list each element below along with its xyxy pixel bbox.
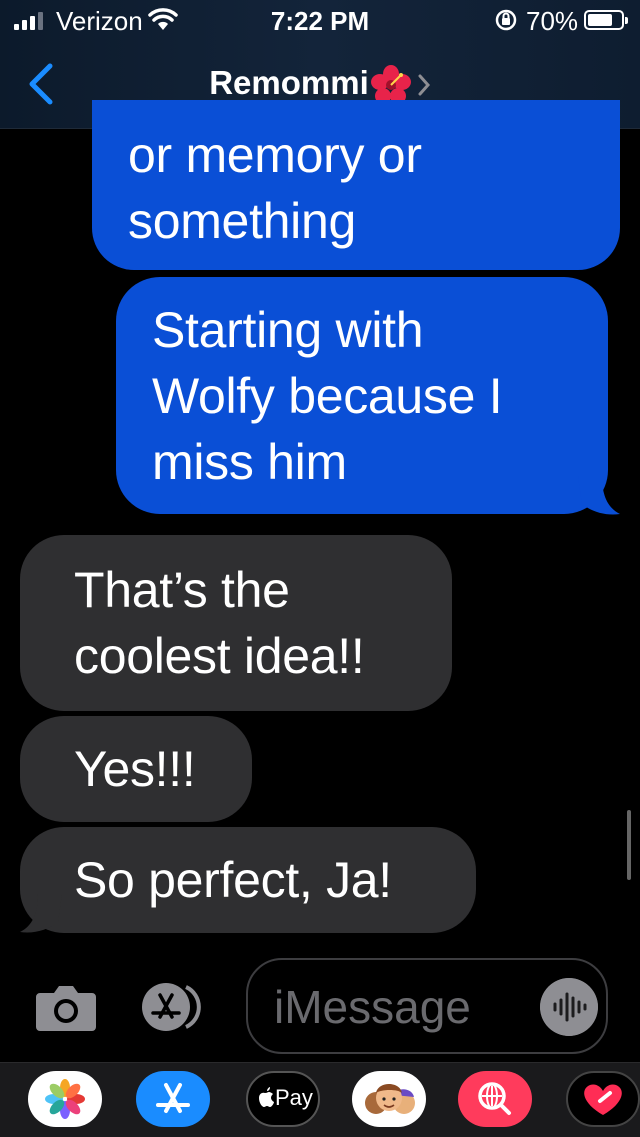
- images-search-icon[interactable]: [458, 1071, 532, 1127]
- chevron-right-icon: [418, 74, 430, 96]
- received-bubble-tail: [20, 894, 62, 933]
- app-store-button-icon[interactable]: [136, 981, 216, 1033]
- contact-name: Remommi: [209, 64, 369, 101]
- sent-message-bubble[interactable]: Starting with Wolfy because I miss him: [116, 277, 608, 514]
- message-line: or memory or: [128, 127, 422, 183]
- message-line: So perfect, Ja!: [74, 852, 392, 908]
- received-message-bubble[interactable]: That’s the coolest idea!!: [20, 535, 452, 711]
- message-line: Starting with: [152, 302, 424, 358]
- app-store-icon[interactable]: [136, 1071, 210, 1127]
- imessage-placeholder: iMessage: [274, 981, 471, 1033]
- message-line: Yes!!!: [74, 741, 196, 797]
- memoji-icon[interactable]: [352, 1071, 426, 1127]
- message-line: Wolfy because I: [152, 368, 503, 424]
- apple-pay-label: Pay: [275, 1085, 313, 1110]
- app-drawer: Pay: [0, 1062, 640, 1137]
- digital-touch-icon[interactable]: [566, 1071, 640, 1127]
- orientation-lock-icon: [495, 9, 517, 31]
- sent-message-bubble[interactable]: or memory or something: [92, 100, 620, 270]
- apple-pay-icon[interactable]: Pay: [246, 1071, 320, 1127]
- message-line: miss him: [152, 434, 347, 490]
- message-line: something: [128, 193, 356, 249]
- status-bar: Verizon 7:22 PM 70%: [0, 0, 640, 40]
- photos-app-icon[interactable]: [28, 1071, 102, 1127]
- audio-waveform-icon[interactable]: [540, 978, 598, 1036]
- imessage-input[interactable]: iMessage: [246, 958, 608, 1054]
- battery-icon: [584, 10, 628, 30]
- message-line: That’s the: [74, 562, 290, 618]
- received-message-bubble[interactable]: Yes!!!: [20, 716, 252, 822]
- message-line: coolest idea!!: [74, 628, 365, 684]
- camera-icon[interactable]: [34, 983, 98, 1031]
- sent-bubble-tail: [578, 476, 620, 515]
- battery-percentage: 70%: [526, 6, 579, 36]
- received-message-bubble[interactable]: So perfect, Ja!: [20, 827, 476, 933]
- scroll-indicator[interactable]: [627, 810, 631, 880]
